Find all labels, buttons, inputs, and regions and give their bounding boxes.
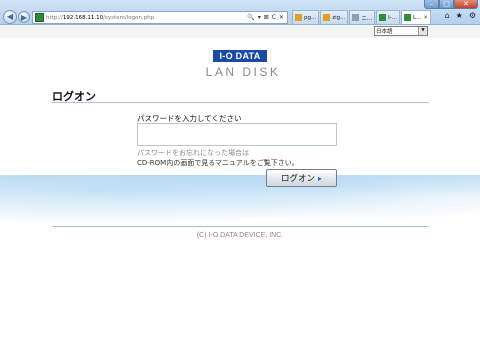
language-selected: 日本語	[376, 29, 393, 35]
back-button[interactable]: ◀	[3, 10, 17, 24]
tab-5-active[interactable]: L... ✕	[401, 10, 431, 24]
forward-button[interactable]: ▶	[18, 11, 30, 23]
window-controls: – □ ✕	[424, 0, 478, 9]
tab-4[interactable]: I-...	[376, 10, 400, 24]
forgot-note-line-2: CD-ROM内の画面で見るマニュアルをご覧下さい。	[137, 158, 299, 167]
close-window-button[interactable]: ✕	[454, 0, 478, 9]
minimize-button[interactable]: –	[424, 0, 439, 9]
dropdown-icon[interactable]: ▾	[258, 14, 261, 21]
logon-button[interactable]: ログオン ▸	[266, 169, 337, 187]
chevron-right-icon: ▸	[318, 173, 323, 183]
tab-strip: pg... zig... ニ... I-... L... ✕	[292, 10, 431, 24]
title-divider	[52, 102, 429, 103]
tab-1[interactable]: pg...	[292, 10, 320, 24]
refresh-icon[interactable]: C	[272, 14, 276, 21]
gear-icon[interactable]: ⚙	[469, 11, 476, 20]
forgot-password-note: パスワードをお忘れになった場合は CD-ROM内の画面で見るマニュアルをご覧下さ…	[137, 149, 299, 168]
search-icon[interactable]: 🔍	[247, 14, 254, 21]
iodata-logo: I-O DATA	[213, 50, 267, 62]
page-icon	[323, 14, 331, 21]
landisk-logo: LAN DISK	[205, 65, 281, 79]
stop-icon[interactable]: ✕	[279, 14, 284, 21]
copyright-text: (C) I-O DATA DEVICE, INC.	[196, 232, 284, 239]
browser-toolbar: ⌂ ★ ⚙	[445, 11, 476, 20]
favorites-star-icon[interactable]: ★	[456, 11, 463, 20]
password-input[interactable]	[137, 123, 337, 146]
address-bar[interactable]: http://192.168.11.10/system/logon.php 🔍 …	[32, 11, 288, 24]
page-icon	[379, 14, 387, 21]
site-favicon-icon	[35, 13, 44, 22]
compatibility-view-icon[interactable]: ⊠	[264, 14, 269, 21]
tab-3[interactable]: ニ...	[349, 10, 376, 24]
tab-2[interactable]: zig...	[320, 10, 349, 24]
language-select[interactable]: 日本語 ▼	[374, 26, 428, 36]
home-icon[interactable]: ⌂	[445, 11, 450, 20]
close-tab-icon[interactable]: ✕	[423, 15, 428, 21]
page-icon	[352, 14, 360, 21]
page-icon	[295, 14, 302, 21]
chevron-down-icon[interactable]: ▼	[418, 27, 427, 35]
footer-divider	[52, 226, 429, 227]
browser-chrome: – □ ✕ ◀ ▶ http://192.168.11.10/system/lo…	[0, 0, 480, 25]
water-background	[0, 175, 480, 230]
url-text[interactable]: http://192.168.11.10/system/logon.php	[46, 15, 247, 21]
forgot-note-line-1: パスワードをお忘れになった場合は	[137, 149, 249, 157]
page-icon	[404, 14, 411, 21]
maximize-button[interactable]: □	[439, 0, 454, 9]
language-bar: 日本語 ▼	[0, 25, 480, 38]
logon-button-label: ログオン	[280, 174, 315, 184]
